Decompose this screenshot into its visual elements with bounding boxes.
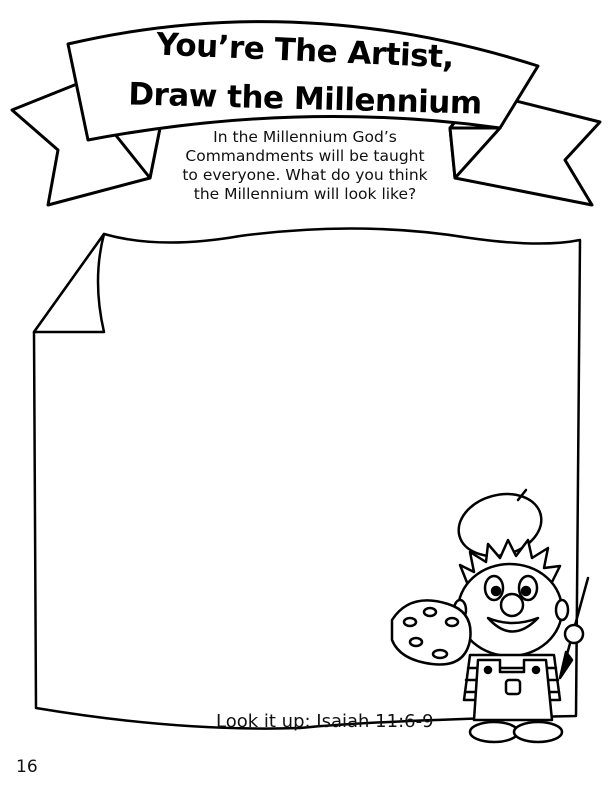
right-shoe xyxy=(512,720,564,744)
right-hand xyxy=(563,623,585,645)
intro-text: In the Millennium God’s Commandments wil… xyxy=(150,128,460,204)
page-number: 16 xyxy=(16,757,38,777)
clown-nose xyxy=(499,592,525,618)
intro-line-2: Commandments will be taught xyxy=(185,147,425,165)
intro-line-3: to everyone. What do you think xyxy=(182,166,428,184)
paper-curl xyxy=(32,232,106,334)
intro-line-4: the Millennium will look like? xyxy=(193,185,417,203)
left-shoe xyxy=(468,720,520,744)
scripture-reference: Look it up: Isaiah 11:6-9 xyxy=(216,711,434,732)
intro-line-1: In the Millennium God’s xyxy=(213,128,397,146)
